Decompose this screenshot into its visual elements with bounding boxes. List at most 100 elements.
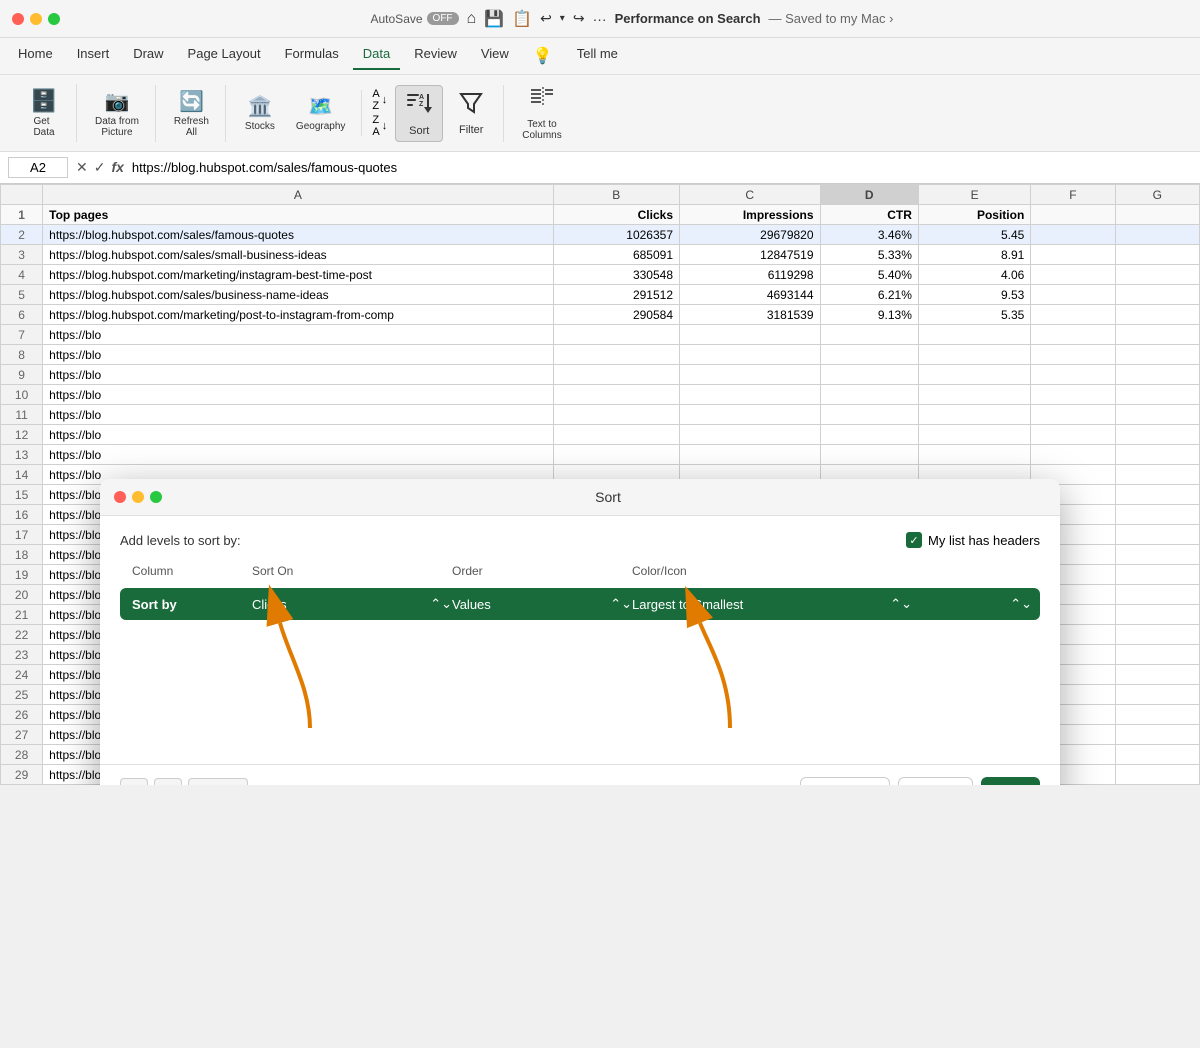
cell-b[interactable]: 330548 bbox=[553, 265, 679, 285]
cell-d[interactable] bbox=[820, 345, 918, 365]
cell-f[interactable] bbox=[1031, 445, 1115, 465]
cell-g[interactable] bbox=[1115, 365, 1199, 385]
my-list-checkbox[interactable]: ✓ bbox=[906, 532, 922, 548]
cell-g[interactable] bbox=[1115, 205, 1199, 225]
cell-f[interactable] bbox=[1031, 305, 1115, 325]
cell-g[interactable] bbox=[1115, 685, 1199, 705]
cell-a[interactable]: Top pages bbox=[43, 205, 553, 225]
cell-g[interactable] bbox=[1115, 765, 1199, 785]
col-header-d[interactable]: D bbox=[820, 185, 918, 205]
cell-e[interactable] bbox=[918, 345, 1030, 365]
column-dropdown[interactable]: Clicks ⌃⌄ bbox=[252, 596, 452, 612]
cell-e[interactable]: 5.35 bbox=[918, 305, 1030, 325]
undo-dropdown-icon[interactable]: ▾ bbox=[560, 13, 565, 24]
cell-b[interactable]: 685091 bbox=[553, 245, 679, 265]
col-header-f[interactable]: F bbox=[1031, 185, 1115, 205]
cell-d[interactable]: 3.46% bbox=[820, 225, 918, 245]
menu-review[interactable]: Review bbox=[404, 42, 467, 70]
cell-b[interactable] bbox=[553, 425, 679, 445]
col-header-a[interactable]: A bbox=[43, 185, 553, 205]
cell-a[interactable]: https://blog.hubspot.com/sales/famous-qu… bbox=[43, 225, 553, 245]
cell-c[interactable] bbox=[680, 425, 821, 445]
cell-b[interactable]: 290584 bbox=[553, 305, 679, 325]
cell-g[interactable] bbox=[1115, 525, 1199, 545]
close-button[interactable] bbox=[12, 13, 24, 25]
cell-f[interactable] bbox=[1031, 365, 1115, 385]
cell-c[interactable] bbox=[680, 345, 821, 365]
menu-data[interactable]: Data bbox=[353, 42, 400, 70]
cell-g[interactable] bbox=[1115, 305, 1199, 325]
cell-a[interactable]: https://blog.hubspot.com/marketing/insta… bbox=[43, 265, 553, 285]
cell-c[interactable]: 29679820 bbox=[680, 225, 821, 245]
cell-e[interactable] bbox=[918, 325, 1030, 345]
sort-az-asc[interactable]: AZ ↓ bbox=[372, 88, 387, 112]
autosave-toggle[interactable]: OFF bbox=[427, 12, 459, 25]
cell-g[interactable] bbox=[1115, 665, 1199, 685]
cell-a[interactable]: https://blo bbox=[43, 325, 553, 345]
dialog-close-button[interactable] bbox=[114, 491, 126, 503]
insert-function-icon[interactable]: fx bbox=[111, 159, 123, 176]
get-data-button[interactable]: 🗄️ GetData bbox=[20, 84, 68, 142]
cell-a[interactable]: https://blog.hubspot.com/sales/small-bus… bbox=[43, 245, 553, 265]
cell-g[interactable] bbox=[1115, 325, 1199, 345]
col-header-e[interactable]: E bbox=[918, 185, 1030, 205]
cell-f[interactable] bbox=[1031, 345, 1115, 365]
cell-d[interactable] bbox=[820, 445, 918, 465]
cell-a[interactable]: https://blo bbox=[43, 425, 553, 445]
color-icon-dropdown[interactable]: ⌃⌄ bbox=[912, 596, 1032, 612]
sort-button[interactable]: A Z Sort bbox=[395, 85, 443, 142]
cell-f[interactable] bbox=[1031, 425, 1115, 445]
cell-b[interactable] bbox=[553, 325, 679, 345]
col-header-g[interactable]: G bbox=[1115, 185, 1199, 205]
cell-g[interactable] bbox=[1115, 345, 1199, 365]
more-icon[interactable]: ··· bbox=[593, 11, 607, 27]
cell-b[interactable] bbox=[553, 385, 679, 405]
menu-tell-me[interactable]: Tell me bbox=[567, 42, 628, 70]
cell-f[interactable] bbox=[1031, 205, 1115, 225]
cell-c[interactable]: 12847519 bbox=[680, 245, 821, 265]
cell-g[interactable] bbox=[1115, 245, 1199, 265]
cell-e[interactable]: 5.45 bbox=[918, 225, 1030, 245]
cell-e[interactable] bbox=[918, 425, 1030, 445]
cancel-formula-icon[interactable]: ✕ bbox=[76, 159, 88, 176]
options-button[interactable]: Options... bbox=[800, 777, 890, 785]
add-level-button[interactable]: + bbox=[120, 778, 148, 786]
cell-d[interactable] bbox=[820, 325, 918, 345]
cell-g[interactable] bbox=[1115, 385, 1199, 405]
cell-c[interactable]: Impressions bbox=[680, 205, 821, 225]
refresh-all-button[interactable]: 🔄 RefreshAll bbox=[166, 85, 217, 142]
text-to-columns-button[interactable]: Text toColumns bbox=[514, 81, 569, 145]
cell-d[interactable] bbox=[820, 405, 918, 425]
cell-g[interactable] bbox=[1115, 745, 1199, 765]
cell-g[interactable] bbox=[1115, 725, 1199, 745]
cell-c[interactable]: 3181539 bbox=[680, 305, 821, 325]
data-from-picture-button[interactable]: 📷 Data fromPicture bbox=[87, 85, 147, 142]
menu-page-layout[interactable]: Page Layout bbox=[178, 42, 271, 70]
maximize-button[interactable] bbox=[48, 13, 60, 25]
cell-c[interactable] bbox=[680, 385, 821, 405]
order-dropdown[interactable]: Largest to Smallest ⌃⌄ bbox=[632, 596, 912, 612]
cell-a[interactable]: https://blog.hubspot.com/sales/business-… bbox=[43, 285, 553, 305]
cell-a[interactable]: https://blo bbox=[43, 405, 553, 425]
cell-f[interactable] bbox=[1031, 325, 1115, 345]
formula-content[interactable]: https://blog.hubspot.com/sales/famous-qu… bbox=[132, 160, 1192, 175]
autosave-control[interactable]: AutoSave OFF bbox=[371, 12, 459, 26]
sort-az-desc[interactable]: ZA ↓ bbox=[372, 114, 387, 138]
cell-g[interactable] bbox=[1115, 565, 1199, 585]
cell-g[interactable] bbox=[1115, 265, 1199, 285]
cell-g[interactable] bbox=[1115, 605, 1199, 625]
cell-f[interactable] bbox=[1031, 385, 1115, 405]
cell-g[interactable] bbox=[1115, 445, 1199, 465]
cell-d[interactable]: 9.13% bbox=[820, 305, 918, 325]
cell-g[interactable] bbox=[1115, 705, 1199, 725]
cell-e[interactable] bbox=[918, 385, 1030, 405]
cell-e[interactable]: 8.91 bbox=[918, 245, 1030, 265]
cell-f[interactable] bbox=[1031, 225, 1115, 245]
cell-g[interactable] bbox=[1115, 545, 1199, 565]
cell-reference[interactable]: A2 bbox=[8, 157, 68, 178]
remove-level-button[interactable]: − bbox=[154, 778, 182, 786]
cell-d[interactable]: CTR bbox=[820, 205, 918, 225]
cell-g[interactable] bbox=[1115, 405, 1199, 425]
cell-g[interactable] bbox=[1115, 285, 1199, 305]
cell-b[interactable]: 1026357 bbox=[553, 225, 679, 245]
